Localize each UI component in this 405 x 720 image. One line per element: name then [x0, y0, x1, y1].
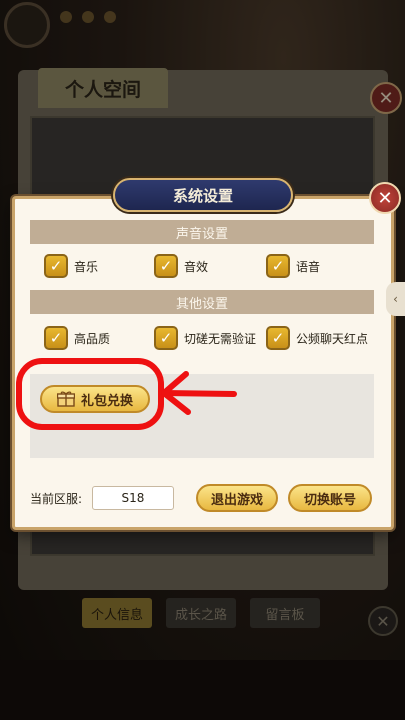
option-label: 切磋无需验证	[184, 331, 257, 346]
option-high-quality[interactable]: ✓ 高品质	[44, 326, 110, 350]
option-label: 高品质	[74, 331, 111, 346]
dialog-title: 系统设置	[113, 178, 293, 212]
server-label: 当前区服:	[30, 492, 83, 506]
system-settings-dialog	[12, 196, 394, 530]
option-duel-no-verify[interactable]: ✓ 切磋无需验证	[154, 326, 256, 350]
option-label: 音效	[184, 259, 209, 274]
other-settings-header: 其他设置	[30, 290, 374, 314]
option-label: 语音	[296, 259, 321, 274]
chevron-left-icon: ‹	[393, 292, 398, 306]
sound-settings-header: 声音设置	[30, 220, 374, 244]
option-label: 音乐	[74, 259, 99, 274]
checkbox-checked-icon[interactable]: ✓	[44, 254, 68, 278]
gift-redeem-button[interactable]: 礼包兑换	[40, 385, 150, 413]
server-value: S18	[92, 486, 174, 510]
checkbox-checked-icon[interactable]: ✓	[266, 326, 290, 350]
logout-button[interactable]: 退出游戏	[196, 484, 278, 512]
checkbox-checked-icon[interactable]: ✓	[266, 254, 290, 278]
option-sfx[interactable]: ✓ 音效	[154, 254, 208, 278]
switch-account-button[interactable]: 切换账号	[288, 484, 372, 512]
side-expand-tab[interactable]: ‹	[386, 282, 405, 316]
option-chat-red-dot[interactable]: ✓ 公频聊天红点	[266, 326, 368, 350]
checkbox-checked-icon[interactable]: ✓	[154, 326, 178, 350]
option-voice[interactable]: ✓ 语音	[266, 254, 320, 278]
gift-icon	[56, 391, 76, 407]
option-label: 公频聊天红点	[296, 331, 369, 346]
checkbox-checked-icon[interactable]: ✓	[44, 326, 68, 350]
checkbox-checked-icon[interactable]: ✓	[154, 254, 178, 278]
gift-redeem-label: 礼包兑换	[80, 393, 133, 409]
close-icon: ✕	[377, 187, 393, 209]
dialog-close-button[interactable]: ✕	[369, 182, 401, 214]
option-music[interactable]: ✓ 音乐	[44, 254, 98, 278]
